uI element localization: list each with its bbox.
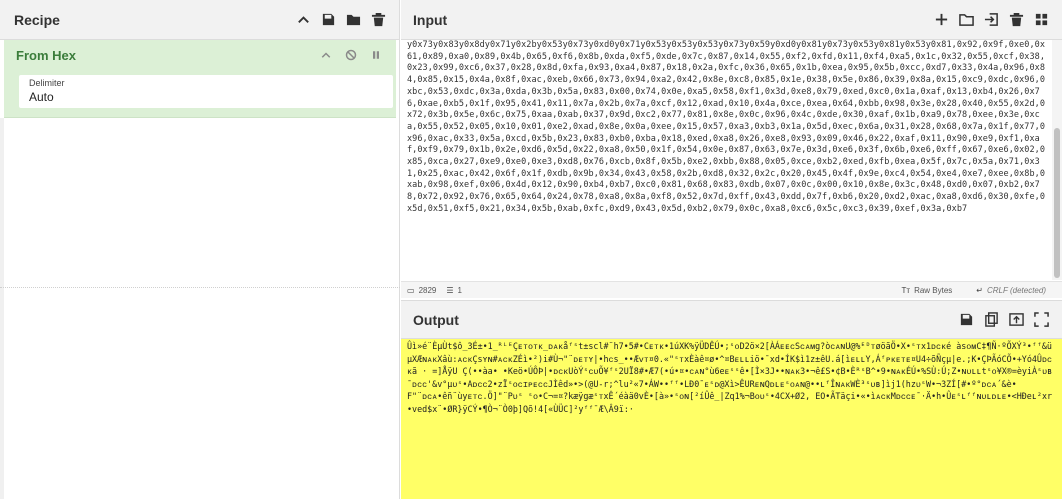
operation-title: From Hex: [16, 47, 76, 63]
input-toolbar: [933, 11, 1050, 28]
length-stat: ▭ 2829: [407, 286, 436, 295]
grid-layout-icon[interactable]: [1033, 11, 1050, 28]
lines-stat: ☰ 1: [446, 286, 462, 295]
delimiter-value[interactable]: Auto: [29, 90, 383, 104]
lines-value: 1: [457, 285, 462, 295]
save-icon[interactable]: [320, 11, 337, 28]
length-value: 2829: [418, 285, 437, 295]
eol-label: CRLF (detected): [987, 285, 1046, 295]
disable-icon[interactable]: [342, 47, 359, 64]
recipe-divider: [0, 287, 400, 288]
length-icon: ▭: [407, 285, 415, 295]
recipe-header: Recipe: [0, 0, 399, 40]
encoding-label: Raw Bytes: [914, 285, 953, 295]
delimiter-field[interactable]: Delimiter Auto: [19, 75, 393, 108]
chevron-up-icon[interactable]: [317, 47, 334, 64]
recipe-toolbar: [295, 11, 387, 28]
trash-icon[interactable]: [370, 11, 387, 28]
input-title: Input: [413, 11, 448, 28]
output-header: Output: [401, 301, 1062, 339]
delimiter-label: Delimiter: [29, 78, 65, 88]
lines-icon: ☰: [446, 285, 454, 295]
recipe-title: Recipe: [14, 11, 60, 28]
import-icon[interactable]: [983, 11, 1000, 28]
operation-header: From Hex: [4, 40, 396, 70]
maximise-icon[interactable]: [1033, 311, 1050, 328]
output-panel: Output Ûì»é¨ÈµÙt$ô_3É±•1_ᴿᴸᴱÇᴇᴛᴏᴛᴋ_ᴅᴀᴋåᶠ…: [401, 300, 1062, 499]
status-right: Tт Raw Bytes ↵ CRLF (detected): [902, 286, 1057, 295]
pause-icon[interactable]: [367, 47, 384, 64]
plus-icon[interactable]: [933, 11, 950, 28]
save-icon[interactable]: [958, 311, 975, 328]
eol-button[interactable]: ↵ CRLF (detected): [976, 286, 1046, 295]
output-textarea[interactable]: Ûì»é¨ÈµÙt$ô_3É±•1_ᴿᴸᴱÇᴇᴛᴏᴛᴋ_ᴅᴀᴋåᶠˢt±scl#…: [401, 339, 1062, 499]
input-status-bar: ▭ 2829 ☰ 1 Tт Raw Bytes ↵ CRLF (detected…: [401, 281, 1062, 298]
input-panel: Input y0x73y0x83y0x8dy0x71y0x2by0x53y0x7…: [401, 0, 1062, 298]
input-scrollbar-thumb[interactable]: [1054, 128, 1060, 278]
input-header: Input: [401, 0, 1062, 40]
output-toolbar: [958, 311, 1050, 328]
cyberchef-app: Recipe From Hex Delimiter Auto Input y0x…: [0, 0, 1062, 499]
chevron-up-icon[interactable]: [295, 11, 312, 28]
replace-input-icon[interactable]: [1008, 311, 1025, 328]
trash-icon[interactable]: [1008, 11, 1025, 28]
folder-icon[interactable]: [345, 11, 362, 28]
encoding-button[interactable]: Tт Raw Bytes: [902, 286, 953, 295]
input-textarea[interactable]: y0x73y0x83y0x8dy0x71y0x2by0x53y0x73y0xd0…: [401, 40, 1051, 280]
return-icon: ↵: [976, 285, 983, 295]
input-scrollbar[interactable]: [1052, 40, 1062, 280]
folder-icon[interactable]: [958, 11, 975, 28]
operation-controls: [317, 47, 384, 64]
recipe-panel: Recipe From Hex Delimiter Auto: [0, 0, 400, 499]
output-title: Output: [413, 311, 459, 328]
operation-from-hex[interactable]: From Hex Delimiter Auto: [4, 40, 396, 118]
text-encoding-icon: Tт: [901, 285, 911, 295]
copy-icon[interactable]: [983, 311, 1000, 328]
recipe-scroll-track: [0, 118, 4, 499]
